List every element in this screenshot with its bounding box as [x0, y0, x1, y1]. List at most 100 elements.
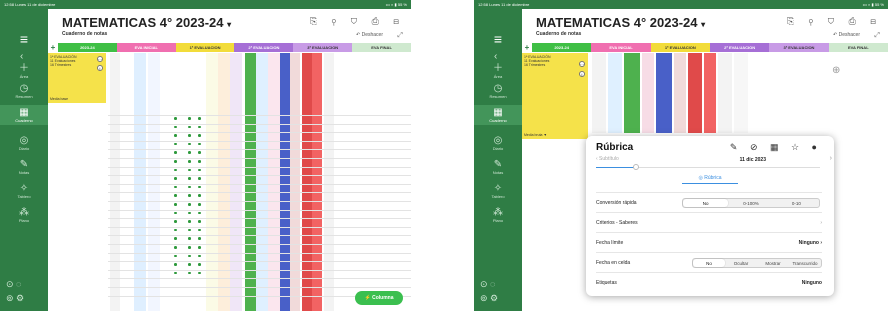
- grade-dot[interactable]: [188, 160, 191, 163]
- grade-dot[interactable]: [188, 228, 191, 232]
- nav-cuaderno[interactable]: ▦ Cuaderno: [474, 105, 522, 125]
- date-label[interactable]: 11 dic 2023: [740, 157, 766, 163]
- sidebar-bottom-icons[interactable]: ⊙ ◌ ⊚ ⚙: [480, 277, 498, 305]
- grade-dot[interactable]: [188, 142, 191, 146]
- grade-dot[interactable]: [174, 254, 177, 258]
- grade-dot[interactable]: [198, 134, 201, 137]
- grade-dot[interactable]: [174, 185, 177, 189]
- options-icon[interactable]: ⋯: [579, 61, 585, 67]
- grade-dot[interactable]: [188, 211, 191, 215]
- grid-column[interactable]: [324, 53, 334, 311]
- option-ocultar[interactable]: Ocultar: [725, 259, 757, 267]
- fecha-celda-segmented[interactable]: No Ocultar Mostrar Transcurrido: [692, 258, 822, 268]
- grade-dot[interactable]: [174, 203, 177, 206]
- grade-dot[interactable]: [188, 185, 191, 189]
- conversion-segmented[interactable]: No 0-100% 0-10: [682, 198, 820, 208]
- grid-column[interactable]: [688, 53, 702, 133]
- grade-dot[interactable]: [188, 246, 191, 249]
- grade-dot[interactable]: [198, 211, 201, 215]
- nav-resumen[interactable]: ◷ Resumen: [474, 83, 522, 100]
- grade-dot[interactable]: [174, 168, 177, 172]
- grade-dot[interactable]: [188, 237, 191, 240]
- grid-column[interactable]: [642, 53, 654, 133]
- menu-icon[interactable]: ≡: [14, 31, 34, 47]
- grade-dot[interactable]: [198, 203, 201, 206]
- grade-dot[interactable]: [188, 254, 191, 258]
- nav-cuaderno[interactable]: ▦ Cuaderno: [0, 105, 48, 125]
- grade-dot[interactable]: [198, 237, 201, 240]
- info-icon[interactable]: i: [579, 71, 585, 77]
- nav-area[interactable]: ＋ Área: [0, 63, 48, 80]
- info-icon[interactable]: i: [97, 65, 103, 71]
- grade-dot[interactable]: [188, 117, 191, 120]
- toolbar-icons[interactable]: ⎘ ⚲ ⛉ ⎙ ⊟: [310, 16, 405, 27]
- grid-column[interactable]: [290, 53, 300, 311]
- grid-column[interactable]: [256, 53, 268, 311]
- expand-icon[interactable]: ⤢: [874, 32, 880, 40]
- grade-dot[interactable]: [174, 237, 177, 240]
- grid-column[interactable]: [302, 53, 312, 311]
- grid-column[interactable]: [656, 53, 672, 133]
- tab-2-evaluacion[interactable]: 2ª EVALUACION: [709, 43, 770, 52]
- tab-1-evaluacion[interactable]: 1ª EVALUACION: [650, 43, 710, 52]
- grade-dot[interactable]: [198, 220, 201, 223]
- tab-eva-inicial[interactable]: EVA INICIAL: [591, 43, 651, 52]
- grade-dot[interactable]: [188, 271, 191, 275]
- slider-knob[interactable]: [633, 164, 639, 170]
- grade-dot[interactable]: [198, 142, 201, 146]
- add-tab-icon[interactable]: +: [48, 43, 58, 52]
- grid-column[interactable]: [218, 53, 230, 311]
- nav-area[interactable]: ＋ Área: [474, 63, 522, 80]
- grade-dot[interactable]: [198, 194, 201, 197]
- grade-dot[interactable]: [188, 134, 191, 137]
- nav-diario[interactable]: ◎ Diario: [0, 135, 48, 152]
- grid-column[interactable]: [268, 53, 280, 311]
- add-circle-icon[interactable]: ⊕: [832, 65, 840, 76]
- grade-dot[interactable]: [188, 151, 191, 154]
- grade-dot[interactable]: [174, 151, 177, 154]
- undo-button[interactable]: ↶ Deshacer: [833, 32, 860, 38]
- grid-column[interactable]: [674, 53, 686, 133]
- grade-dot[interactable]: [174, 134, 177, 137]
- grid-column[interactable]: [624, 53, 640, 133]
- option-no[interactable]: No: [683, 199, 729, 207]
- grade-dot[interactable]: [174, 271, 177, 275]
- nav-diario[interactable]: ◎ Diario: [474, 135, 522, 152]
- grade-dot[interactable]: [174, 211, 177, 215]
- grade-dot[interactable]: [188, 194, 191, 197]
- option-transcurrido[interactable]: Transcurrido: [789, 259, 821, 267]
- nav-resumen[interactable]: ◷ Resumen: [0, 83, 48, 100]
- nav-plano[interactable]: ⁂ Plano: [0, 207, 48, 224]
- tab-2-evaluacion[interactable]: 2ª EVALUACION: [234, 43, 294, 52]
- tab-eva-final[interactable]: EVA FINAL: [828, 43, 888, 52]
- menu-icon[interactable]: ≡: [488, 31, 508, 47]
- grade-dot[interactable]: [188, 125, 191, 129]
- grid-column[interactable]: [148, 53, 160, 311]
- option-mostrar[interactable]: Mostrar: [757, 259, 789, 267]
- grade-dot[interactable]: [198, 125, 201, 129]
- grade-dot[interactable]: [198, 246, 201, 249]
- evaluation-card[interactable]: 1ª EVALUACIÓN 11 Evaluaciones 16 Trimest…: [48, 53, 106, 103]
- sidebar-bottom-icons[interactable]: ⊙ ◌ ⊚ ⚙: [6, 277, 24, 305]
- add-tab-icon[interactable]: +: [522, 43, 532, 52]
- tab-rubrica[interactable]: ◎ Rúbrica: [586, 175, 834, 181]
- toolbar-icons[interactable]: ⎘ ⚲ ⛉ ⎙ ⊟: [787, 16, 882, 27]
- popover-toolbar-icons[interactable]: ✎ ⊘ ▦ ☆ ●: [730, 142, 822, 153]
- grade-dot[interactable]: [198, 271, 201, 275]
- grid-column[interactable]: [245, 53, 256, 311]
- option-0-10[interactable]: 0-10: [774, 199, 819, 207]
- subtitle-field[interactable]: ‹ Subtítulo: [596, 156, 619, 162]
- grade-dot[interactable]: [198, 160, 201, 163]
- grade-dot[interactable]: [198, 263, 201, 266]
- grade-dot[interactable]: [198, 117, 201, 120]
- grade-dot[interactable]: [198, 185, 201, 189]
- tab-eva-inicial[interactable]: EVA INICIAL: [116, 43, 176, 52]
- grid-column[interactable]: [110, 53, 120, 311]
- page-title[interactable]: MATEMATICAS 4° 2023-24 ▾: [62, 15, 231, 30]
- nav-plano[interactable]: ⁂ Plano: [474, 207, 522, 224]
- grade-dot[interactable]: [198, 151, 201, 154]
- grid-column[interactable]: [704, 53, 716, 133]
- expand-icon[interactable]: ⤢: [397, 32, 403, 40]
- add-column-button[interactable]: ⚡ Columna: [355, 291, 403, 305]
- grade-dot[interactable]: [174, 177, 177, 180]
